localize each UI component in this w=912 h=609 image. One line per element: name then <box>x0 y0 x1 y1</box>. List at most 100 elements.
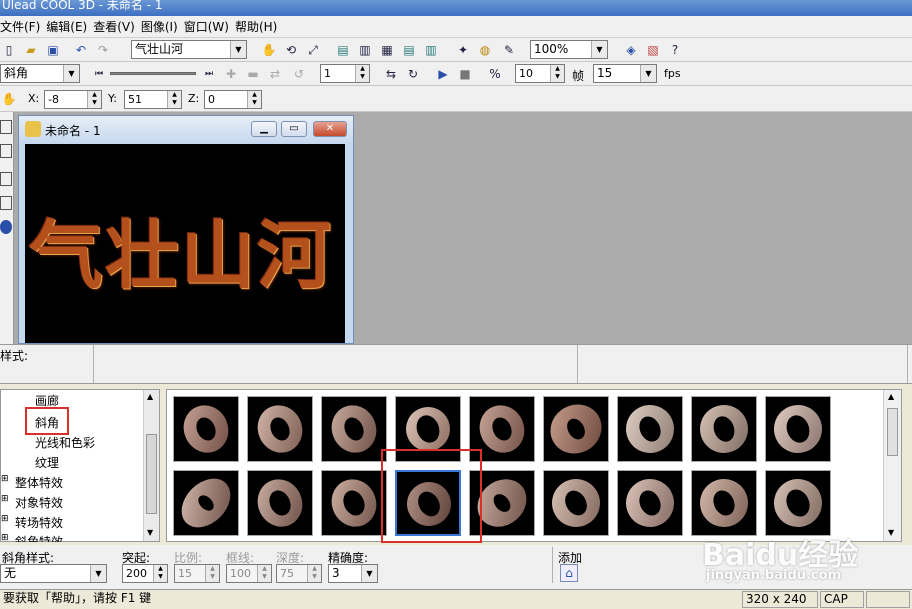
view-back-icon[interactable]: ▥ <box>356 41 374 59</box>
last-keyframe-icon[interactable]: ⏭ <box>200 65 218 83</box>
rotate-icon[interactable]: ⟲ <box>282 41 300 59</box>
tree-item-object-fx[interactable]: 对象特效 <box>15 494 63 511</box>
style-label: 样式: <box>0 349 29 363</box>
tool-icon[interactable] <box>0 172 12 186</box>
bevel-preset-thumbnail[interactable] <box>765 396 831 462</box>
document-window: 未命名 - 1 ▁ ▭ ✕ 气壮山河 <box>18 115 354 344</box>
render-canvas[interactable]: 气壮山河 <box>25 144 345 343</box>
bevel-preset-thumbnail[interactable] <box>691 470 757 536</box>
watermark-url: jingyan.baidu.com <box>706 568 842 583</box>
smooth-icon[interactable]: % <box>486 65 504 83</box>
tree-item-texture[interactable]: 纹理 <box>35 454 59 471</box>
menu-view[interactable]: 查看(V) <box>93 18 141 35</box>
y-position-spin[interactable]: 51 ▲ ▼ <box>124 90 182 109</box>
bevel-preset-thumbnail[interactable] <box>173 396 239 462</box>
fps-select[interactable]: 15 ▼ <box>593 64 657 83</box>
tree-item-light-color[interactable]: 光线和色彩 <box>35 434 95 451</box>
tree-item-transition-fx[interactable]: 转场特效 <box>15 514 63 531</box>
menu-bar: 文件(F) 编辑(E) 查看(V) 图像(I) 窗口(W) 帮助(H) <box>0 16 912 38</box>
gallery-scrollbar[interactable]: ▲ ▼ <box>883 390 901 541</box>
bevel-preset-thumbnail[interactable] <box>321 470 387 536</box>
bevel-preset-thumbnail[interactable] <box>543 470 609 536</box>
scroll-thumb[interactable] <box>887 408 898 456</box>
maximize-button[interactable]: ▭ <box>281 121 307 137</box>
timeline-slider[interactable] <box>110 72 196 75</box>
x-position-spin[interactable]: -8 ▲ ▼ <box>44 90 102 109</box>
menu-image[interactable]: 图像(I) <box>141 18 184 35</box>
add-to-gallery-button[interactable]: ⌂ <box>560 564 578 582</box>
expand-icon[interactable]: ⊞ <box>1 533 9 543</box>
ulead-logo-icon[interactable]: ◈ <box>622 41 640 59</box>
minimize-button[interactable]: ▁ <box>251 121 277 137</box>
help-pointer-icon[interactable]: ? <box>666 41 684 59</box>
document-title-bar[interactable]: 未命名 - 1 ▁ ▭ ✕ <box>19 116 353 142</box>
hand-icon[interactable]: ✋ <box>0 90 18 108</box>
view-right-icon[interactable]: ▤ <box>400 41 418 59</box>
edit-icon[interactable]: ✎ <box>500 41 518 59</box>
expand-icon[interactable]: ⊞ <box>1 494 9 504</box>
globe-icon[interactable]: ◍ <box>476 41 494 59</box>
view-front-icon[interactable]: ▤ <box>334 41 352 59</box>
tool-icon[interactable] <box>0 120 12 134</box>
ring-preview-icon <box>774 405 822 453</box>
scroll-down-icon[interactable]: ▼ <box>147 528 153 537</box>
save-icon[interactable]: ▣ <box>44 41 62 59</box>
pingpong-icon[interactable]: ⇆ <box>382 65 400 83</box>
bevel-style-select[interactable]: 无 ▼ <box>0 564 107 583</box>
gallery-icon[interactable]: ▧ <box>644 41 662 59</box>
document-icon <box>25 121 41 137</box>
scroll-up-icon[interactable]: ▲ <box>888 392 894 401</box>
bevel-preset-thumbnail[interactable] <box>617 470 683 536</box>
tool-icon[interactable] <box>0 196 12 210</box>
scroll-down-icon[interactable]: ▼ <box>888 528 894 537</box>
style-bar: 样式: <box>0 344 912 384</box>
frame-number-spin[interactable]: 1 ▲ ▼ <box>320 64 370 83</box>
repeat-icon[interactable]: ↻ <box>404 65 422 83</box>
menu-help[interactable]: 帮助(H) <box>235 18 283 35</box>
tree-scrollbar[interactable]: ▲ ▼ <box>143 390 159 541</box>
expand-icon[interactable]: ⊞ <box>1 474 9 484</box>
close-button[interactable]: ✕ <box>313 121 347 137</box>
light-icon[interactable]: ✦ <box>454 41 472 59</box>
bevel-preset-thumbnail[interactable] <box>765 470 831 536</box>
view-left-icon[interactable]: ▦ <box>378 41 396 59</box>
z-position-spin[interactable]: 0 ▲ ▼ <box>204 90 262 109</box>
protrude-spin[interactable]: 200 ▲ ▼ <box>122 564 168 583</box>
scroll-up-icon[interactable]: ▲ <box>147 392 153 401</box>
precision-select[interactable]: 3 ▼ <box>328 564 378 583</box>
bevel-preset-thumbnail[interactable] <box>247 470 313 536</box>
bevel-preset-thumbnail[interactable] <box>543 396 609 462</box>
zoom-select[interactable]: 100% ▼ <box>530 40 608 59</box>
ring-preview-icon <box>626 405 674 453</box>
open-folder-icon[interactable]: ▰ <box>22 41 40 59</box>
expand-icon[interactable]: ⊞ <box>1 514 9 524</box>
tree-item-global-fx[interactable]: 整体特效 <box>15 474 63 491</box>
new-file-icon[interactable]: ▯ <box>0 41 18 59</box>
tree-item-bevel-fx[interactable]: 斜角特效 <box>15 533 63 542</box>
menu-file[interactable]: 文件(F) <box>0 18 46 35</box>
bevel-preset-thumbnail[interactable] <box>173 470 239 536</box>
scroll-thumb[interactable] <box>146 434 157 514</box>
total-frames-spin[interactable]: 10 ▲ ▼ <box>515 64 565 83</box>
bevel-preset-thumbnail[interactable] <box>247 396 313 462</box>
bevel-preset-thumbnail[interactable] <box>617 396 683 462</box>
bevel-preset-thumbnail[interactable] <box>321 396 387 462</box>
spinner-arrows-icon: ▲ ▼ <box>247 91 261 108</box>
tool-icon[interactable] <box>0 144 12 158</box>
bevel-preset-thumbnail[interactable] <box>691 396 757 462</box>
undo-icon[interactable]: ↶ <box>72 41 90 59</box>
tool-icon[interactable] <box>0 220 12 234</box>
first-keyframe-icon[interactable]: ⏮ <box>90 65 108 83</box>
effect-select[interactable]: 斜角 ▼ <box>0 64 80 83</box>
redo-icon[interactable]: ↷ <box>94 41 112 59</box>
stop-icon[interactable]: ■ <box>456 65 474 83</box>
hand-move-icon[interactable]: ✋ <box>260 41 278 59</box>
remove-keyframe-icon: ▬ <box>247 67 259 81</box>
resize-icon[interactable]: ⤢ <box>304 41 322 59</box>
menu-window[interactable]: 窗口(W) <box>184 18 235 35</box>
ring-preview-icon <box>552 479 600 527</box>
view-top-icon[interactable]: ▥ <box>422 41 440 59</box>
play-icon[interactable]: ▶ <box>434 65 452 83</box>
menu-edit[interactable]: 编辑(E) <box>46 18 93 35</box>
object-select[interactable]: 气壮山河 ▼ <box>131 40 247 59</box>
